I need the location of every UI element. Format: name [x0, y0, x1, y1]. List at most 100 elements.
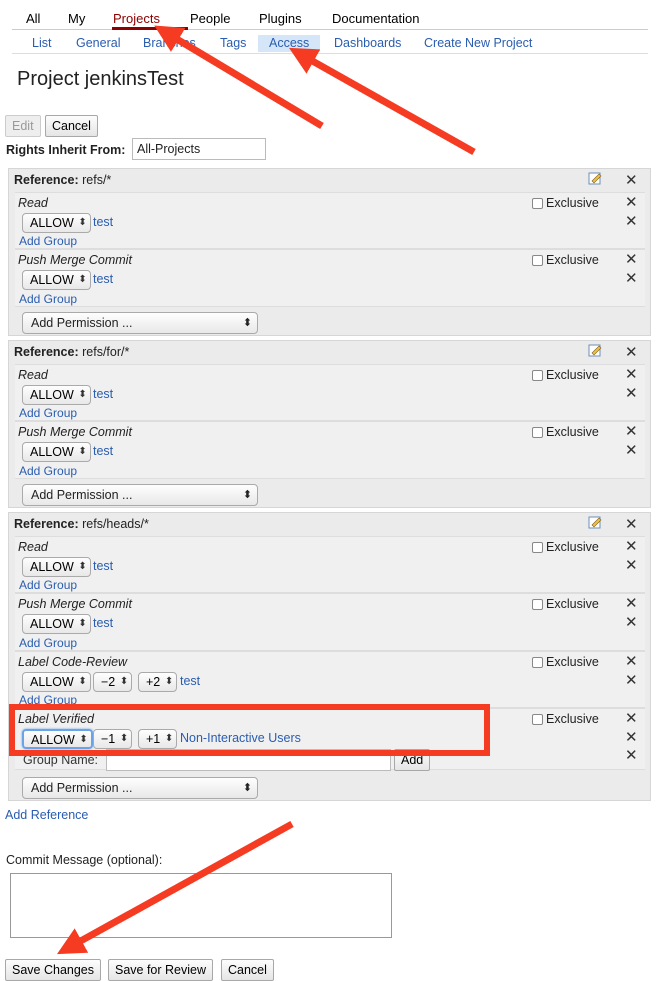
group-link[interactable]: test: [93, 272, 113, 286]
menu-documentation[interactable]: Documentation: [332, 11, 419, 26]
exclusive-checkbox[interactable]: Exclusive: [532, 253, 599, 267]
save-for-review-button[interactable]: Save for Review: [108, 959, 214, 981]
add-permission-select[interactable]: Add Permission ...: [22, 777, 258, 799]
rights-inherit-input[interactable]: All-Projects: [132, 138, 266, 160]
group-name-label: Group Name:: [23, 753, 99, 767]
cancel-bottom-button[interactable]: Cancel: [221, 959, 274, 981]
edit-icon[interactable]: [588, 515, 602, 529]
tab-dashboards[interactable]: Dashboards: [334, 36, 401, 50]
reference-path: refs/for/*: [82, 345, 130, 359]
group-link[interactable]: test: [93, 215, 113, 229]
add-group-link[interactable]: Add Group: [19, 578, 77, 592]
delete-rule-icon[interactable]: ✕: [625, 214, 638, 229]
cancel-top-button[interactable]: Cancel: [45, 115, 98, 137]
action-select[interactable]: ALLOW: [22, 729, 93, 749]
tab-general[interactable]: General: [76, 36, 120, 50]
action-select[interactable]: ALLOW: [22, 385, 91, 405]
tab-access[interactable]: Access: [258, 35, 321, 52]
min-value-select[interactable]: −2: [93, 672, 133, 692]
max-value-select[interactable]: +2: [138, 672, 178, 692]
group-link[interactable]: test: [93, 616, 113, 630]
action-select[interactable]: ALLOW: [22, 672, 91, 692]
edit-icon[interactable]: [588, 171, 602, 185]
edit-icon[interactable]: [588, 343, 602, 357]
delete-reference-icon[interactable]: ✕: [625, 173, 638, 188]
delete-reference-icon[interactable]: ✕: [625, 345, 638, 360]
group-link[interactable]: test: [93, 444, 113, 458]
delete-rule-icon[interactable]: ✕: [625, 386, 638, 401]
exclusive-checkbox[interactable]: Exclusive: [532, 540, 599, 554]
min-value-select[interactable]: −1: [93, 729, 133, 749]
permission-block: Read Exclusive ✕ ✕ ALLOW test Add Group: [15, 536, 645, 593]
add-group-link[interactable]: Add Group: [19, 234, 77, 248]
exclusive-label: Exclusive: [546, 425, 599, 439]
add-group-link[interactable]: Add Group: [19, 292, 77, 306]
checkbox-icon: [532, 426, 543, 438]
delete-permission-icon[interactable]: ✕: [625, 654, 638, 669]
delete-permission-icon[interactable]: ✕: [625, 539, 638, 554]
menu-my[interactable]: My: [68, 11, 85, 26]
reference-label: Reference:: [14, 173, 79, 187]
action-select[interactable]: ALLOW: [22, 442, 91, 462]
add-reference-link[interactable]: Add Reference: [5, 808, 88, 822]
menu-people[interactable]: People: [190, 11, 230, 26]
group-link[interactable]: test: [93, 387, 113, 401]
group-name-input[interactable]: [106, 749, 391, 771]
group-link[interactable]: test: [180, 674, 200, 688]
commit-message-input[interactable]: [10, 873, 392, 938]
menu-plugins[interactable]: Plugins: [259, 11, 302, 26]
add-permission-select[interactable]: Add Permission ...: [22, 484, 258, 506]
add-group-link[interactable]: Add Group: [19, 464, 77, 478]
reference-label: Reference:: [14, 345, 79, 359]
delete-permission-icon[interactable]: ✕: [625, 195, 638, 210]
max-value-select[interactable]: +1: [138, 729, 178, 749]
exclusive-checkbox[interactable]: Exclusive: [532, 597, 599, 611]
permission-name: Label Verified: [18, 712, 94, 726]
reference-header: Reference: refs/heads/*: [14, 517, 149, 531]
delete-permission-icon[interactable]: ✕: [625, 424, 638, 439]
delete-rule-icon[interactable]: ✕: [625, 673, 638, 688]
tab-list[interactable]: List: [32, 36, 51, 50]
delete-permission-icon[interactable]: ✕: [625, 367, 638, 382]
tab-create-new-project[interactable]: Create New Project: [424, 36, 532, 50]
exclusive-checkbox[interactable]: Exclusive: [532, 425, 599, 439]
permission-name: Push Merge Commit: [18, 425, 132, 439]
delete-rule-icon[interactable]: ✕: [625, 271, 638, 286]
tab-tags[interactable]: Tags: [220, 36, 246, 50]
checkbox-icon: [532, 197, 543, 209]
add-group-link[interactable]: Add Group: [19, 636, 77, 650]
menu-projects[interactable]: Projects: [113, 11, 160, 26]
delete-reference-icon[interactable]: ✕: [625, 517, 638, 532]
action-select[interactable]: ALLOW: [22, 557, 91, 577]
delete-rule-icon[interactable]: ✕: [625, 615, 638, 630]
group-link[interactable]: Non-Interactive Users: [180, 731, 301, 745]
sub-menu: List General Branches Tags Access Dashbo…: [12, 34, 648, 54]
tab-branches[interactable]: Branches: [143, 36, 196, 50]
add-group-link[interactable]: Add Group: [19, 693, 77, 707]
add-group-link[interactable]: Add Group: [19, 406, 77, 420]
delete-permission-icon[interactable]: ✕: [625, 596, 638, 611]
delete-rule-icon[interactable]: ✕: [625, 443, 638, 458]
action-select[interactable]: ALLOW: [22, 614, 91, 634]
permission-block: Push Merge Commit Exclusive ✕ ✕ ALLOW te…: [15, 593, 645, 651]
save-changes-button[interactable]: Save Changes: [5, 959, 102, 981]
add-permission-select[interactable]: Add Permission ...: [22, 312, 258, 334]
group-link[interactable]: test: [93, 559, 113, 573]
reference-header: Reference: refs/for/*: [14, 345, 129, 359]
delete-rule-icon[interactable]: ✕: [625, 558, 638, 573]
delete-group-row-icon[interactable]: ✕: [625, 748, 638, 763]
permission-block: Read Exclusive ✕ ✕ ALLOW test Add Group: [15, 364, 645, 421]
menu-all[interactable]: All: [26, 11, 40, 26]
permission-block: Read Exclusive ✕ ✕ ALLOW test Add Group: [15, 192, 645, 249]
exclusive-checkbox[interactable]: Exclusive: [532, 196, 599, 210]
delete-permission-icon[interactable]: ✕: [625, 252, 638, 267]
action-select[interactable]: ALLOW: [22, 213, 91, 233]
exclusive-checkbox[interactable]: Exclusive: [532, 655, 599, 669]
add-group-button[interactable]: Add: [394, 749, 431, 771]
edit-button[interactable]: Edit: [5, 115, 41, 137]
delete-rule-icon[interactable]: ✕: [625, 730, 638, 745]
action-select[interactable]: ALLOW: [22, 270, 91, 290]
exclusive-checkbox[interactable]: Exclusive: [532, 368, 599, 382]
delete-permission-icon[interactable]: ✕: [625, 711, 638, 726]
exclusive-checkbox[interactable]: Exclusive: [532, 712, 599, 726]
